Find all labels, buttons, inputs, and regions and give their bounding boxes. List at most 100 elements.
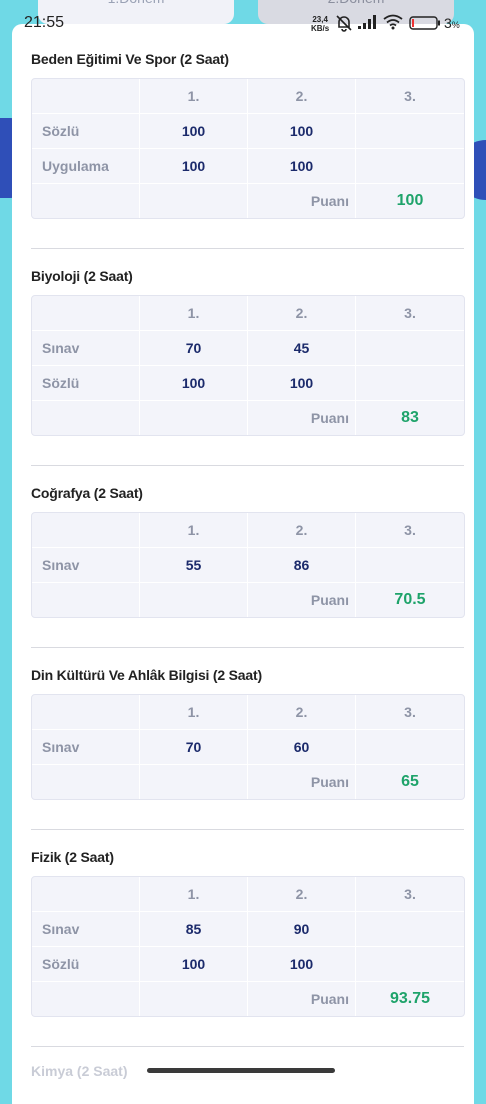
- row-label: Sözlü: [32, 114, 140, 149]
- course-title: Biyoloji (2 Saat): [31, 268, 133, 284]
- header-empty-cell: [32, 513, 140, 548]
- score-label: Puanı: [248, 982, 356, 1016]
- grade-cell: [356, 730, 464, 765]
- header-empty-cell: [32, 79, 140, 114]
- score-empty-cell: [140, 583, 248, 617]
- battery-percent: 3%: [444, 15, 460, 31]
- grade-cell: 100: [140, 366, 248, 401]
- course-title: Fizik (2 Saat): [31, 849, 114, 865]
- course-section: Coğrafya (2 Saat) 1. 2. 3. Sınav 55 86 Puanı 70.…: [31, 482, 465, 618]
- header-empty-cell: [32, 695, 140, 730]
- grade-cell: 70: [140, 730, 248, 765]
- course-section: Biyoloji (2 Saat) 1. 2. 3. Sınav 70 45 Sözlü 100…: [31, 265, 465, 436]
- status-time: 21:55: [24, 14, 65, 31]
- course-title: Din Kültürü Ve Ahlâk Bilgisi (2 Saat): [31, 667, 262, 683]
- header-empty-cell: [32, 877, 140, 912]
- score-empty-cell: [32, 982, 140, 1016]
- network-speed-value: 23,4: [312, 15, 328, 24]
- wifi-icon: [383, 14, 403, 30]
- grade-cell: 100: [248, 947, 356, 982]
- battery-percent-unit: %: [451, 20, 460, 30]
- row-label: Uygulama: [32, 149, 140, 184]
- course-section: Beden Eğitimi Ve Spor (2 Saat) 1. 2. 3. Sözl…: [31, 48, 465, 219]
- grade-cell: 90: [248, 912, 356, 947]
- column-header: 1.: [140, 695, 248, 730]
- table-row: Sözlü 100 100: [32, 366, 464, 401]
- row-label: Sözlü: [32, 366, 140, 401]
- column-header: 2.: [248, 79, 356, 114]
- score-empty-cell: [140, 982, 248, 1016]
- table-header-row: 1. 2. 3.: [32, 877, 464, 912]
- signal-icon: [358, 15, 376, 29]
- course-score: 93.75: [389, 990, 431, 1007]
- network-speed: 23,4 KB/s: [311, 15, 329, 33]
- table-row: Sözlü 100 100: [32, 947, 464, 982]
- score-empty-cell: [32, 184, 140, 218]
- course-score: 70.5: [394, 591, 426, 608]
- grade-cell: 100: [248, 114, 356, 149]
- course-title: Beden Eğitimi Ve Spor (2 Saat): [31, 51, 229, 67]
- row-label: Sınav: [32, 548, 140, 583]
- course-score: 83: [401, 409, 419, 426]
- grade-cell: 55: [140, 548, 248, 583]
- column-header: 1.: [140, 877, 248, 912]
- section-divider: [31, 465, 464, 466]
- mute-bell-icon: [336, 15, 352, 32]
- status-bar: 21:55 23,4 KB/s 3%: [0, 0, 486, 48]
- table-row: Sözlü 100 100: [32, 114, 464, 149]
- score-row: Puanı 65: [32, 765, 464, 799]
- grades-table: 1. 2. 3. Sınav 70 45 Sözlü 100 100 Puanı 83: [31, 295, 465, 436]
- grades-table: 1. 2. 3. Sözlü 100 100 Uygulama 100 100 Puanı 100: [31, 78, 465, 219]
- course-title: Coğrafya (2 Saat): [31, 485, 143, 501]
- battery-percent-value: 3: [444, 15, 452, 31]
- score-label: Puanı: [248, 184, 356, 218]
- course-section: Din Kültürü Ve Ahlâk Bilgisi (2 Saat) 1. 2…: [31, 664, 465, 800]
- grade-cell: 100: [140, 149, 248, 184]
- grade-cell: 100: [140, 114, 248, 149]
- battery-icon: [409, 16, 440, 30]
- grades-table: 1. 2. 3. Sınav 85 90 Sözlü 100 100 Puanı 93.75: [31, 876, 465, 1017]
- score-label: Puanı: [248, 583, 356, 617]
- row-label: Sınav: [32, 331, 140, 366]
- column-header: 2.: [248, 695, 356, 730]
- score-row: Puanı 83: [32, 401, 464, 435]
- grade-cell: 85: [140, 912, 248, 947]
- column-header: 1.: [140, 79, 248, 114]
- table-header-row: 1. 2. 3.: [32, 79, 464, 114]
- score-label: Puanı: [248, 765, 356, 799]
- home-indicator[interactable]: [147, 1068, 335, 1073]
- column-header: 3.: [356, 79, 464, 114]
- column-header: 3.: [356, 695, 464, 730]
- grade-cell: 100: [248, 366, 356, 401]
- section-divider: [31, 248, 464, 249]
- column-header: 1.: [140, 296, 248, 331]
- column-header: 3.: [356, 296, 464, 331]
- table-row: Sınav 55 86: [32, 548, 464, 583]
- score-empty-cell: [140, 765, 248, 799]
- grade-cell: 100: [140, 947, 248, 982]
- row-label: Sınav: [32, 912, 140, 947]
- grade-cell: [356, 149, 464, 184]
- section-divider: [31, 829, 464, 830]
- grade-cell: 45: [248, 331, 356, 366]
- course-score: 65: [401, 773, 419, 790]
- table-header-row: 1. 2. 3.: [32, 296, 464, 331]
- score-row: Puanı 70.5: [32, 583, 464, 617]
- course-title-partial: Kimya (2 Saat): [31, 1063, 128, 1079]
- table-header-row: 1. 2. 3.: [32, 513, 464, 548]
- score-row: Puanı 100: [32, 184, 464, 218]
- grade-cell: [356, 548, 464, 583]
- section-divider: [31, 647, 464, 648]
- grades-table: 1. 2. 3. Sınav 55 86 Puanı 70.5: [31, 512, 465, 618]
- grade-cell: 100: [248, 149, 356, 184]
- row-label: Sözlü: [32, 947, 140, 982]
- score-label: Puanı: [248, 401, 356, 435]
- grade-cell: [356, 912, 464, 947]
- grade-cell: [356, 366, 464, 401]
- column-header: 1.: [140, 513, 248, 548]
- grade-cell: 86: [248, 548, 356, 583]
- column-header: 3.: [356, 877, 464, 912]
- section-divider: [31, 1046, 464, 1047]
- column-header: 3.: [356, 513, 464, 548]
- score-empty-cell: [32, 401, 140, 435]
